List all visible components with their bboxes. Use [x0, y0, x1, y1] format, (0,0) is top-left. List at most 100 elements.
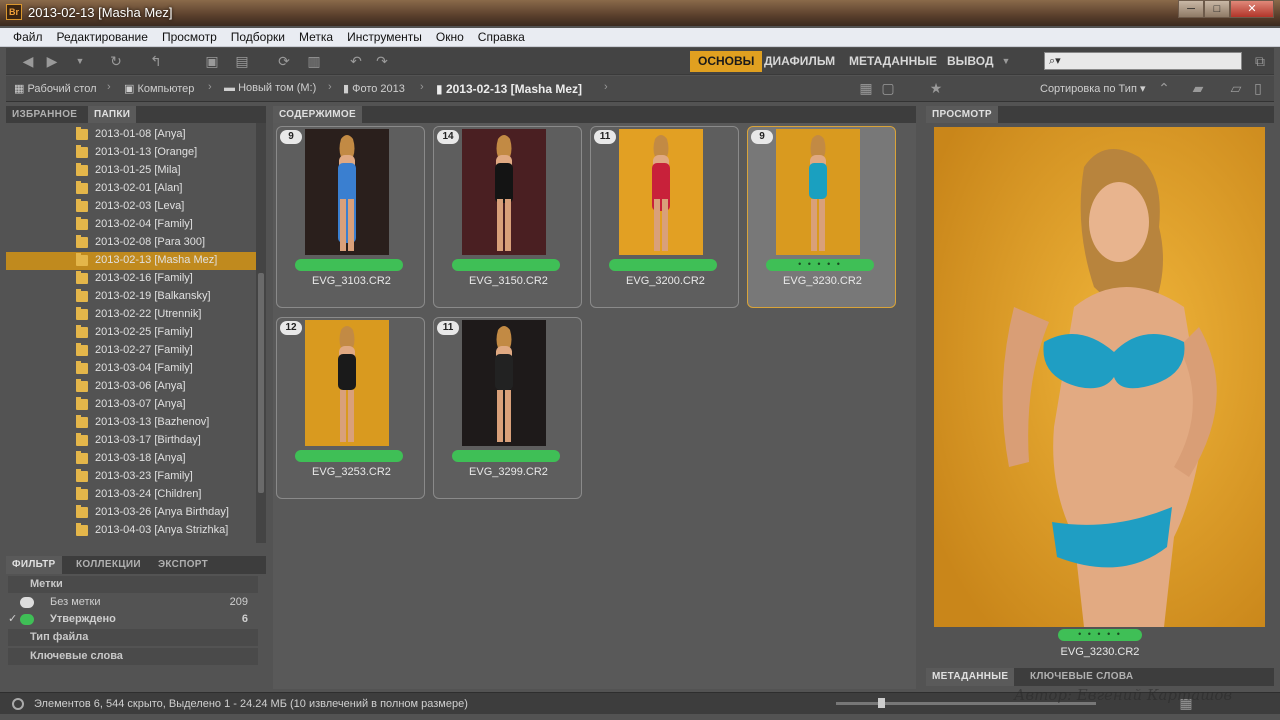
folder-row[interactable]: 2013-02-01 [Alan]: [6, 180, 256, 198]
breadcrumb-photo-2013[interactable]: ▮ Фото 2013: [343, 82, 405, 95]
open-recent-icon[interactable]: ▰: [1188, 79, 1208, 97]
workspace-metadata-tab[interactable]: МЕТАДАННЫЕ: [841, 51, 945, 72]
workspace-output-tab[interactable]: ВЫВОД: [939, 51, 1002, 72]
menu-file[interactable]: Файл: [6, 28, 50, 46]
folder-row[interactable]: 2013-03-04 [Family]: [6, 360, 256, 378]
thumbnail-card[interactable]: 11 EVG_3200.CR2: [590, 126, 739, 308]
preview-image[interactable]: [934, 127, 1265, 627]
folder-row[interactable]: 2013-04-03 [Anya Strizhka]: [6, 522, 256, 540]
thumbnail-image[interactable]: [305, 320, 389, 446]
workspace-menu-icon[interactable]: ▼: [996, 52, 1016, 70]
workspace-filmstrip-tab[interactable]: ДИАФИЛЬМ: [756, 51, 843, 72]
thumbnail-card[interactable]: 12 EVG_3253.CR2: [276, 317, 425, 499]
filter-approved-row[interactable]: ✓ Утверждено 6: [6, 611, 262, 628]
tab-collections[interactable]: КОЛЛЕКЦИИ: [70, 556, 147, 574]
menu-view[interactable]: Просмотр: [155, 28, 224, 46]
thumbnail-image[interactable]: [776, 129, 860, 255]
breadcrumb-desktop[interactable]: ▦ Рабочий стол: [14, 82, 97, 95]
filter-filetype-header[interactable]: Тип файла: [8, 629, 258, 646]
view-options-icon[interactable]: ▢: [878, 79, 898, 97]
thumbnail-image[interactable]: [305, 129, 389, 255]
tab-favorites[interactable]: ИЗБРАННОЕ: [6, 106, 83, 124]
thumbnail-card[interactable]: 14 EVG_3150.CR2: [433, 126, 582, 308]
filter-keywords-header[interactable]: Ключевые слова: [8, 648, 258, 665]
tab-filter[interactable]: ФИЛЬТР: [6, 556, 62, 574]
thumbnail-image[interactable]: [462, 320, 546, 446]
folder-row[interactable]: 2013-01-25 [Mila]: [6, 162, 256, 180]
thumbnail-image[interactable]: [462, 129, 546, 255]
breadcrumb-volume[interactable]: ▬ Новый том (M:): [224, 82, 316, 94]
folder-row[interactable]: 2013-03-26 [Anya Birthday]: [6, 504, 256, 522]
folder-row[interactable]: 2013-02-25 [Family]: [6, 324, 256, 342]
thumbnail-card[interactable]: 9 • • • • • EVG_3230.CR2: [747, 126, 896, 308]
folder-row[interactable]: 2013-02-16 [Family]: [6, 270, 256, 288]
return-to-app-icon[interactable]: ↰: [146, 52, 166, 70]
folder-row[interactable]: 2013-03-06 [Anya]: [6, 378, 256, 396]
new-folder-icon[interactable]: ▱: [1226, 79, 1246, 97]
quality-icon[interactable]: ▦: [856, 79, 876, 97]
folder-row[interactable]: 2013-02-22 [Utrennik]: [6, 306, 256, 324]
folder-row[interactable]: 2013-02-19 [Balkansky]: [6, 288, 256, 306]
forward-arrow-icon[interactable]: ▶: [42, 52, 62, 70]
folder-row[interactable]: 2013-02-13 [Masha Mez]: [6, 252, 256, 270]
output-icon[interactable]: ▥: [304, 52, 324, 70]
menu-tools[interactable]: Инструменты: [340, 28, 429, 46]
search-input[interactable]: ⌕▾: [1044, 52, 1242, 70]
folder-row[interactable]: 2013-02-04 [Family]: [6, 216, 256, 234]
maximize-button[interactable]: □: [1204, 0, 1230, 18]
refine-icon[interactable]: ▤: [232, 52, 252, 70]
folder-row[interactable]: 2013-02-03 [Leva]: [6, 198, 256, 216]
menu-edit[interactable]: Редактирование: [50, 28, 155, 46]
folder-row[interactable]: 2013-03-07 [Anya]: [6, 396, 256, 414]
tab-preview[interactable]: ПРОСМОТР: [926, 106, 998, 124]
thumbnail-card[interactable]: 9 EVG_3103.CR2: [276, 126, 425, 308]
dropdown-arrow-icon[interactable]: ▼: [70, 52, 90, 70]
stack-count-badge[interactable]: 11: [437, 321, 459, 335]
menu-stacks[interactable]: Подборки: [224, 28, 292, 46]
breadcrumb-computer[interactable]: ▣ Компьютер: [124, 82, 194, 95]
folder-row[interactable]: 2013-03-17 [Birthday]: [6, 432, 256, 450]
filter-no-label-row[interactable]: Без метки 209: [6, 594, 262, 611]
tab-content[interactable]: СОДЕРЖИМОЕ: [273, 106, 362, 124]
folder-row[interactable]: 2013-03-23 [Family]: [6, 468, 256, 486]
folder-row[interactable]: 2013-03-13 [Bazhenov]: [6, 414, 256, 432]
trash-icon[interactable]: ▯: [1248, 79, 1268, 97]
menu-window[interactable]: Окно: [429, 28, 471, 46]
folder-row[interactable]: 2013-01-08 [Anya]: [6, 126, 256, 144]
menu-help[interactable]: Справка: [471, 28, 532, 46]
back-arrow-icon[interactable]: ◀: [18, 52, 38, 70]
folder-row[interactable]: 2013-03-24 [Children]: [6, 486, 256, 504]
compact-mode-icon[interactable]: ⧉: [1250, 52, 1270, 70]
review-icon[interactable]: ⟳: [274, 52, 294, 70]
minimize-button[interactable]: ─: [1178, 0, 1204, 18]
folder-scrollbar-thumb[interactable]: [258, 273, 264, 493]
filter-labels-header[interactable]: Метки: [8, 576, 258, 593]
tab-export[interactable]: ЭКСПОРТ: [152, 556, 214, 574]
folder-row[interactable]: 2013-01-13 [Orange]: [6, 144, 256, 162]
rotate-right-icon[interactable]: ↷: [372, 52, 392, 70]
recent-folder-icon[interactable]: ↻: [106, 52, 126, 70]
stack-count-badge[interactable]: 11: [594, 130, 616, 144]
stack-count-badge[interactable]: 14: [437, 130, 459, 144]
thumbnail-image[interactable]: [619, 129, 703, 255]
folder-row[interactable]: 2013-03-18 [Anya]: [6, 450, 256, 468]
close-button[interactable]: ✕: [1230, 0, 1274, 18]
workspace-essentials-tab[interactable]: ОСНОВЫ: [690, 51, 763, 72]
stack-count-badge[interactable]: 9: [280, 130, 302, 144]
rotate-left-icon[interactable]: ↶: [346, 52, 366, 70]
tab-folders[interactable]: ПАПКИ: [88, 106, 137, 124]
tab-metadata[interactable]: МЕТАДАННЫЕ: [926, 668, 1015, 686]
folder-row[interactable]: 2013-02-08 [Para 300]: [6, 234, 256, 252]
breadcrumb-current[interactable]: ▮ 2013-02-13 [Masha Mez]: [436, 82, 582, 96]
folder-scrollbar[interactable]: [256, 123, 266, 543]
sort-ascending-icon[interactable]: ⌃: [1154, 79, 1174, 97]
folder-row[interactable]: 2013-02-27 [Family]: [6, 342, 256, 360]
stack-count-badge[interactable]: 9: [751, 130, 773, 144]
star-filter-icon[interactable]: ★: [926, 79, 946, 97]
thumbnail-size-slider-handle[interactable]: [878, 698, 885, 708]
menu-label[interactable]: Метка: [292, 28, 340, 46]
camera-icon[interactable]: ▣: [202, 52, 222, 70]
tab-keywords[interactable]: КЛЮЧЕВЫЕ СЛОВА: [1024, 668, 1139, 686]
thumbnail-card[interactable]: 11 EVG_3299.CR2: [433, 317, 582, 499]
stack-count-badge[interactable]: 12: [280, 321, 302, 335]
